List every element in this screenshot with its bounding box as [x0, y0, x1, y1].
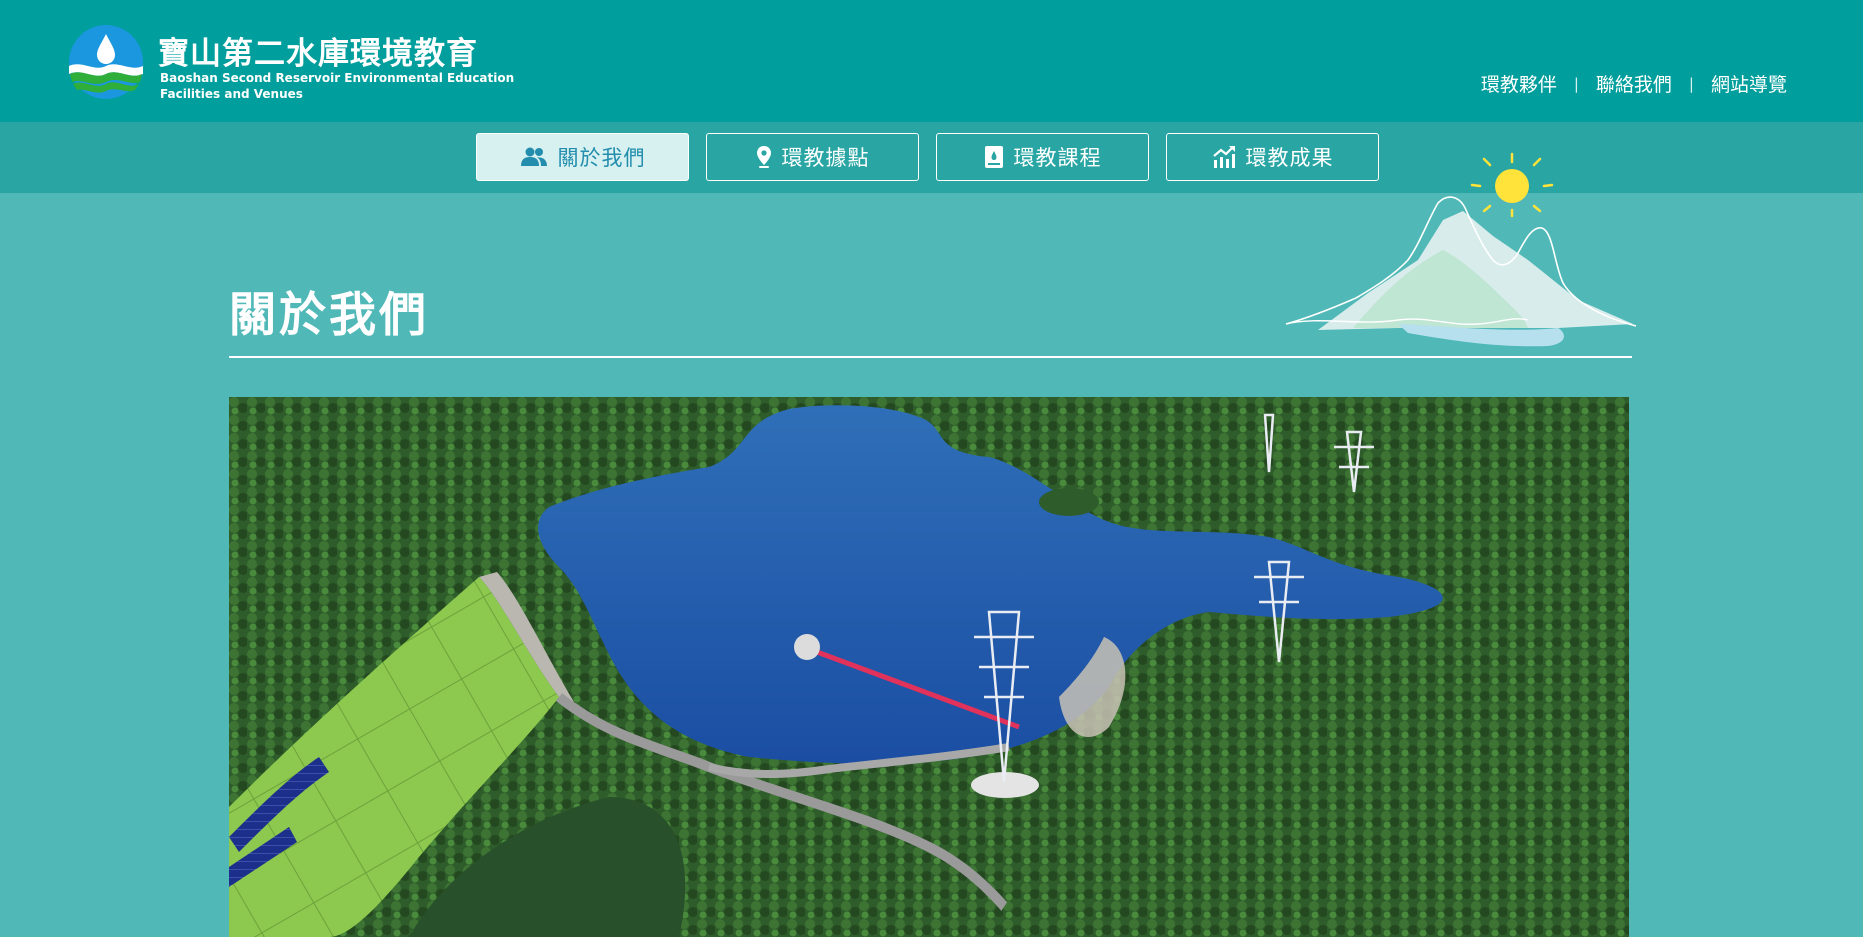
site-subtitle-line1: Baoshan Second Reservoir Environmental E… [160, 71, 515, 85]
site-logo-icon[interactable] [68, 24, 144, 100]
users-icon [520, 147, 547, 166]
site-subtitle: Baoshan Second Reservoir Environmental E… [160, 70, 514, 102]
map-pin-icon [756, 146, 771, 168]
site-header: 寶山第二水庫環境教育 Baoshan Second Reservoir Envi… [0, 0, 1863, 122]
site-subtitle-line2: Facilities and Venues [160, 87, 303, 101]
nav-separator: | [1573, 74, 1579, 93]
site-title[interactable]: 寶山第二水庫環境教育 [158, 28, 478, 73]
main-menu: 關於我們 環教據點 環教課程 環教成果 [476, 133, 1379, 181]
sun-icon [1470, 152, 1554, 218]
nav-link-partners[interactable]: 環教夥伴 [1481, 70, 1557, 97]
tab-label: 關於我們 [557, 146, 646, 170]
nav-link-sitemap[interactable]: 網站導覽 [1711, 70, 1787, 97]
title-divider [229, 356, 1632, 358]
tab-courses[interactable]: 環教課程 [936, 133, 1149, 181]
tab-label: 環教課程 [1013, 146, 1102, 170]
tab-about-us[interactable]: 關於我們 [476, 133, 689, 181]
page-title: 關於我們 [229, 288, 429, 343]
book-icon [984, 146, 1003, 168]
tab-locations[interactable]: 環教據點 [706, 133, 919, 181]
nav-separator: | [1688, 74, 1694, 93]
reservoir-aerial-photo [229, 397, 1629, 937]
top-nav: 環教夥伴 | 聯絡我們 | 網站導覽 [1481, 70, 1787, 97]
tab-label: 環教據點 [781, 146, 870, 170]
mountain-sun-illustration [1285, 152, 1637, 347]
chart-trend-icon [1212, 146, 1235, 168]
nav-link-contact[interactable]: 聯絡我們 [1596, 70, 1672, 97]
